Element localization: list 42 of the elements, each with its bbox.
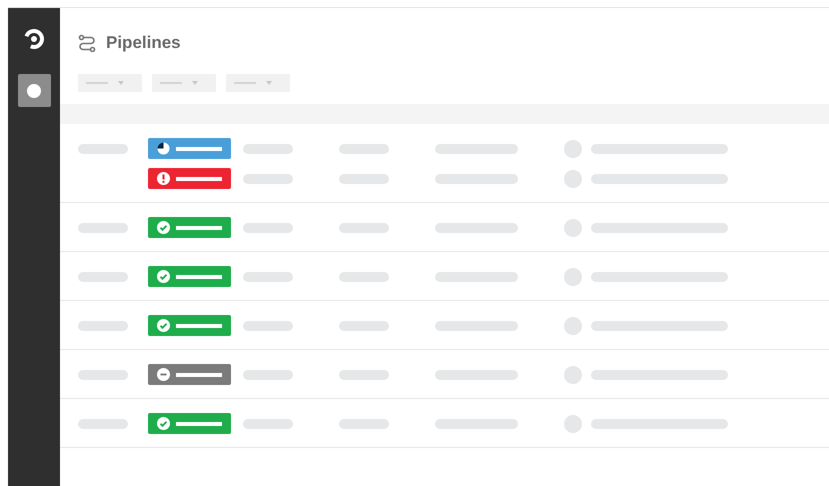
- placeholder-bar: [78, 320, 128, 330]
- placeholder-bar: [243, 174, 293, 184]
- placeholder-bar: [339, 370, 389, 380]
- caret-icon: [266, 81, 272, 85]
- minus-icon: [157, 368, 170, 381]
- pie-icon: [157, 142, 170, 155]
- page-title: Pipelines: [106, 33, 181, 53]
- placeholder-bar: [243, 320, 293, 330]
- check-icon: [157, 417, 170, 430]
- caret-icon: [118, 81, 124, 85]
- placeholder-bar: [339, 418, 389, 428]
- placeholder-bar: [339, 320, 389, 330]
- avatar-placeholder: [564, 366, 582, 384]
- placeholder-bar: [243, 222, 293, 232]
- placeholder-bar: [339, 174, 389, 184]
- placeholder-bar: [78, 272, 128, 282]
- placeholder-bar: [339, 272, 389, 282]
- project-button[interactable]: [18, 74, 50, 107]
- placeholder-bar: [339, 222, 389, 232]
- caret-icon: [192, 81, 198, 85]
- placeholder-bar: [78, 222, 128, 232]
- logo-icon[interactable]: [23, 28, 45, 50]
- check-icon: [157, 319, 170, 332]
- check-icon: [157, 221, 170, 234]
- pipelines-icon: [78, 34, 96, 52]
- avatar-placeholder: [564, 170, 582, 188]
- placeholder-bar: [243, 418, 293, 428]
- avatar-placeholder: [564, 140, 582, 158]
- avatar-placeholder: [564, 218, 582, 236]
- placeholder-bar: [78, 418, 128, 428]
- avatar-placeholder: [564, 316, 582, 334]
- placeholder-bar: [78, 370, 128, 380]
- placeholder-bar: [243, 144, 293, 154]
- avatar-placeholder: [564, 268, 582, 286]
- circle-icon: [27, 84, 41, 98]
- placeholder-bar: [78, 144, 128, 154]
- avatar-placeholder: [564, 414, 582, 432]
- placeholder-bar: [339, 144, 389, 154]
- placeholder-bar: [243, 272, 293, 282]
- check-icon: [157, 270, 170, 283]
- exclamation-icon: [157, 172, 170, 185]
- placeholder-bar: [243, 370, 293, 380]
